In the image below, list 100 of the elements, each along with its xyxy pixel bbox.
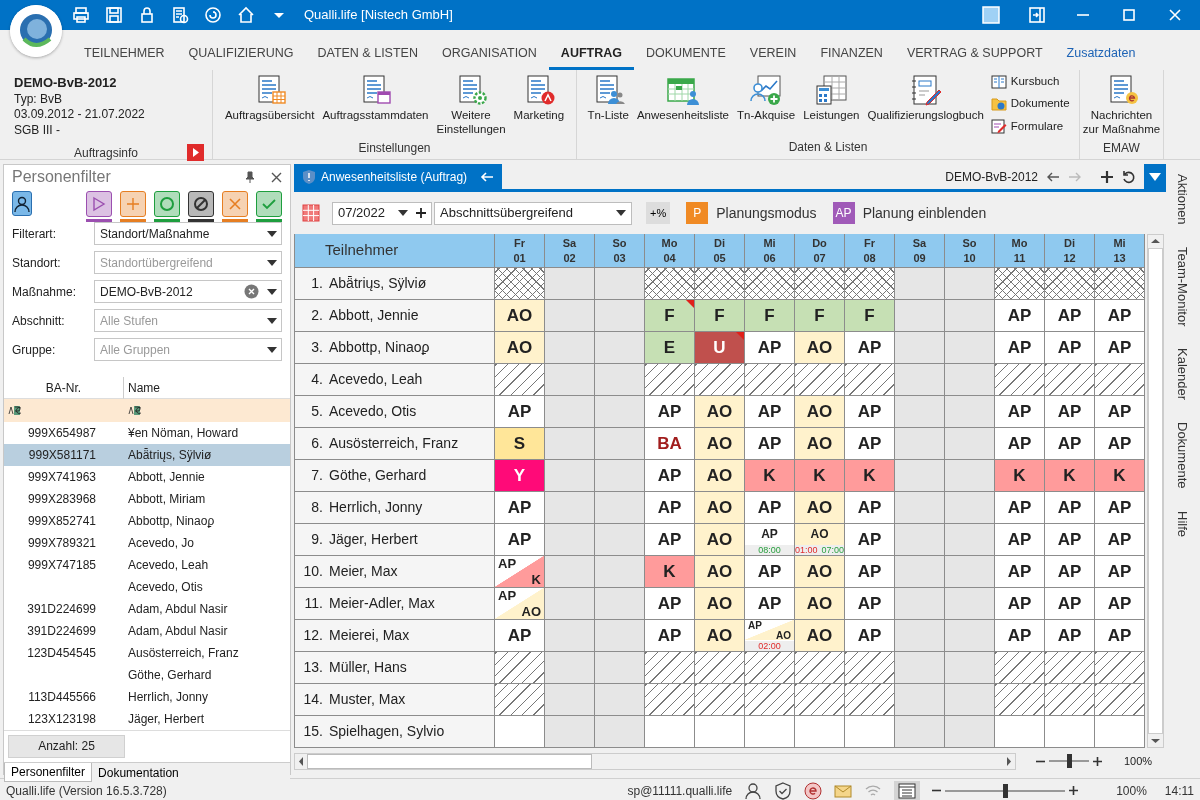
- attendance-cell[interactable]: AP: [645, 396, 694, 427]
- pin-icon[interactable]: [245, 171, 255, 183]
- attendance-cell[interactable]: AP: [845, 492, 894, 523]
- dock-icon[interactable]: [1028, 6, 1046, 24]
- caret-icon[interactable]: [267, 288, 277, 295]
- attendance-cell[interactable]: AP: [1095, 300, 1144, 331]
- day-header[interactable]: Do 07: [795, 234, 844, 267]
- attendance-cell[interactable]: AP: [495, 524, 544, 555]
- day-header[interactable]: Di 05: [695, 234, 744, 267]
- menu-tab[interactable]: VEREIN: [737, 34, 809, 70]
- ribbon-button[interactable]: Weitere Einstellungen: [433, 72, 509, 139]
- participant-name[interactable]: Müller, Hans: [329, 657, 407, 678]
- attendance-cell[interactable]: AP: [995, 588, 1044, 619]
- filter-cell[interactable]: [4, 399, 124, 422]
- participant-name[interactable]: Muster, Max: [329, 689, 406, 710]
- attendance-cell[interactable]: U: [695, 332, 744, 363]
- attendance-cell[interactable]: K: [1095, 460, 1144, 491]
- attendance-cell[interactable]: AP: [495, 620, 544, 651]
- plus-icon[interactable]: [1093, 756, 1102, 766]
- column-header[interactable]: Teilnehmer: [295, 234, 494, 267]
- attendance-cell[interactable]: K: [745, 460, 794, 491]
- shield-check-icon[interactable]: [774, 781, 793, 800]
- participant-name[interactable]: Göthe, Gerhard: [329, 465, 427, 486]
- day-header[interactable]: Fr 08: [845, 234, 894, 267]
- home-icon[interactable]: [237, 6, 255, 24]
- participant-name[interactable]: Meier, Max: [329, 561, 398, 582]
- plus-icon[interactable]: [1100, 169, 1114, 184]
- attendance-cell[interactable]: K: [1045, 460, 1094, 491]
- ribbon-button[interactable]: Auftragsstammdaten: [319, 72, 432, 125]
- maximize-icon[interactable]: [1120, 6, 1138, 24]
- ribbon-button[interactable]: Anwesenheitsliste: [633, 72, 732, 125]
- attendance-cell[interactable]: AP: [845, 524, 894, 555]
- menu-tab[interactable]: Zusatzdaten: [1054, 34, 1148, 70]
- attendance-cell[interactable]: AP: [845, 556, 894, 587]
- attendance-cell[interactable]: AP: [1095, 396, 1144, 427]
- attendance-cell[interactable]: AP AO: [495, 588, 544, 619]
- menu-tab[interactable]: QUALIFIZIERUNG: [176, 34, 306, 70]
- day-header[interactable]: Fr 01: [495, 234, 544, 267]
- day-header[interactable]: Di 12: [1045, 234, 1094, 267]
- attendance-cell[interactable]: K: [645, 556, 694, 587]
- participant-name[interactable]: Ausösterreich, Franz: [329, 433, 459, 454]
- document-tab[interactable]: Anwesenheitsliste (Auftrag): [294, 164, 503, 189]
- layout-button[interactable]: [894, 780, 921, 800]
- ribbon-button[interactable]: Marketing: [510, 72, 568, 125]
- attendance-cell[interactable]: AO: [795, 332, 844, 363]
- attendance-cell[interactable]: AP: [1095, 620, 1144, 651]
- attendance-cell[interactable]: AO: [795, 588, 844, 619]
- day-header[interactable]: Mo 11: [995, 234, 1044, 267]
- attendance-cell[interactable]: AP: [845, 620, 894, 651]
- attendance-cell[interactable]: AP: [1045, 332, 1094, 363]
- attendance-cell[interactable]: AP AO 02:00: [745, 620, 794, 651]
- attendance-cell[interactable]: AP: [845, 428, 894, 459]
- attendance-cell[interactable]: AP: [745, 428, 794, 459]
- attendance-cell[interactable]: AP: [995, 332, 1044, 363]
- attendance-cell[interactable]: F: [645, 300, 694, 331]
- slider-thumb[interactable]: [1003, 783, 1009, 798]
- attendance-cell[interactable]: AP: [995, 620, 1044, 651]
- attendance-cell[interactable]: AO: [695, 460, 744, 491]
- attendance-cell[interactable]: AP: [995, 524, 1044, 555]
- participant-name[interactable]: Meierei, Max: [329, 625, 410, 646]
- attendance-cell[interactable]: AP: [495, 396, 544, 427]
- attendance-cell[interactable]: AP: [995, 492, 1044, 523]
- status-filter-button[interactable]: [86, 191, 112, 217]
- attendance-cell[interactable]: AP: [995, 556, 1044, 587]
- ribbon-button[interactable]: Tn-Liste: [584, 72, 632, 125]
- attendance-cell[interactable]: K: [845, 460, 894, 491]
- print-icon[interactable]: [72, 6, 90, 24]
- attendance-cell[interactable]: AP: [1045, 492, 1094, 523]
- menu-tab[interactable]: VERTRAG & SUPPORT: [894, 34, 1055, 70]
- attendance-cell[interactable]: F: [845, 300, 894, 331]
- close-icon[interactable]: [271, 171, 282, 183]
- day-header[interactable]: So 10: [945, 234, 994, 267]
- show-planning-button[interactable]: AP Planung einblenden: [832, 202, 987, 224]
- attendance-cell[interactable]: AP: [1045, 524, 1094, 555]
- participant-name[interactable]: Abǟtriųs, Sÿlviø: [329, 273, 427, 294]
- day-header[interactable]: Sa 09: [895, 234, 944, 267]
- menu-tab[interactable]: ORGANISATION: [429, 34, 549, 70]
- expand-icon[interactable]: [187, 143, 204, 161]
- attendance-cell[interactable]: AP: [645, 620, 694, 651]
- day-header[interactable]: Sa 02: [545, 234, 594, 267]
- planning-mode-button[interactable]: P Planungsmodus: [686, 202, 817, 224]
- ribbon-button[interactable]: Leistungen: [800, 72, 863, 125]
- attendance-cell[interactable]: AP: [1095, 556, 1144, 587]
- day-header[interactable]: Mi 06: [745, 234, 794, 267]
- attendance-cell[interactable]: AP: [1095, 492, 1144, 523]
- attendance-cell[interactable]: AP: [1095, 588, 1144, 619]
- attendance-cell[interactable]: BA: [645, 428, 694, 459]
- attendance-cell[interactable]: AP: [745, 396, 794, 427]
- attendance-cell[interactable]: AP: [995, 300, 1044, 331]
- attendance-cell[interactable]: AO: [695, 492, 744, 523]
- participant-name[interactable]: Herrlich, Jonny: [329, 497, 423, 518]
- panel-tab[interactable]: Personenfilter: [4, 763, 93, 782]
- side-tab[interactable]: Aktionen: [1172, 174, 1192, 225]
- attendance-cell[interactable]: AP: [995, 428, 1044, 459]
- attendance-cell[interactable]: AP: [1095, 332, 1144, 363]
- attendance-cell[interactable]: E: [645, 332, 694, 363]
- ribbon-button[interactable]: Tn-Akquise: [734, 72, 799, 125]
- attendance-cell[interactable]: AP K: [495, 556, 544, 587]
- menu-tab[interactable]: DOKUMENTE: [633, 34, 738, 70]
- attendance-cell[interactable]: AP: [745, 588, 794, 619]
